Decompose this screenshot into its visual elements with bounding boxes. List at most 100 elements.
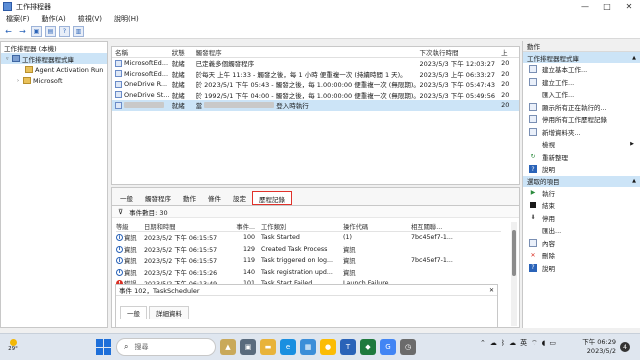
action-item[interactable]: 停用所有工作歷程記錄 bbox=[523, 113, 640, 126]
action-item[interactable]: ? 說明 bbox=[523, 262, 640, 275]
action-item[interactable]: ? 說明 bbox=[523, 163, 640, 176]
col-next-run[interactable]: 下次執行時間 bbox=[419, 47, 501, 57]
tab-history[interactable]: 歷程記錄 bbox=[252, 191, 292, 205]
col-opcode[interactable]: 操作代碼 bbox=[343, 222, 411, 231]
history-header: 等級 日期和時間 事件... 工作類別 操作代碼 相互關聯... bbox=[116, 222, 501, 232]
tree-item-microsoft[interactable]: › Microsoft bbox=[1, 75, 107, 86]
tree-item-scheduler-local[interactable]: 工作排程器 (本機) bbox=[1, 42, 585, 53]
chevron-up-icon[interactable]: ▲ bbox=[632, 55, 636, 61]
event-opcode: 資訊 bbox=[343, 258, 356, 266]
action-item[interactable]: 匯出... bbox=[523, 224, 640, 237]
taskbar-search[interactable]: ⌕ 搜尋 bbox=[116, 338, 216, 356]
tab-conditions[interactable]: 條件 bbox=[202, 191, 227, 205]
action-item[interactable]: ⬇ 停用 bbox=[523, 212, 640, 225]
history-row[interactable]: i 資訊 2023/5/2 下午 06:15:57 129 Created Task P… bbox=[116, 244, 501, 256]
widget-landscape-icon[interactable]: ▲ bbox=[220, 339, 236, 355]
filter-icon[interactable]: ⊽ bbox=[118, 208, 123, 216]
store-icon[interactable]: ▦ bbox=[300, 339, 316, 355]
col-name[interactable]: 名稱 bbox=[112, 47, 172, 57]
chevron-up-icon[interactable]: ⌃ bbox=[480, 339, 486, 347]
col-level[interactable]: 等級 bbox=[116, 222, 144, 231]
action-label: 匯出... bbox=[542, 227, 562, 236]
history-row[interactable]: i 資訊 2023/5/2 下午 06:15:26 140 Task registrat… bbox=[116, 267, 501, 279]
chevron-up-icon[interactable]: ▲ bbox=[632, 178, 636, 184]
task-view-icon[interactable]: ▣ bbox=[240, 339, 256, 355]
app-icon[interactable]: ◆ bbox=[360, 339, 376, 355]
bluetooth-icon[interactable]: ᛒ bbox=[501, 339, 505, 347]
menu-action[interactable]: 動作(A) bbox=[42, 14, 66, 24]
col-state[interactable]: 狀態 bbox=[172, 47, 196, 57]
folder-up-icon[interactable]: ▣ bbox=[31, 26, 42, 37]
actions-section-selected[interactable]: 選取的項目 ▲ bbox=[523, 175, 640, 187]
level-label: 資訊 bbox=[124, 269, 137, 277]
volume-icon[interactable]: ◖ bbox=[542, 339, 546, 347]
forward-arrow-icon[interactable]: → bbox=[17, 26, 28, 37]
action-item[interactable]: ↻ 重新整理 bbox=[523, 151, 640, 164]
actions-section-library[interactable]: 工作排程器程式庫 ▲ bbox=[523, 52, 640, 63]
close-button[interactable]: ✕ bbox=[618, 0, 640, 13]
action-item[interactable]: 新增資料夾... bbox=[523, 126, 640, 139]
minimize-button[interactable]: — bbox=[574, 0, 596, 13]
teams-icon[interactable]: T bbox=[340, 339, 356, 355]
action-item[interactable]: 建立工作... bbox=[523, 76, 640, 89]
col-last-run[interactable]: 上 bbox=[501, 47, 519, 57]
file-explorer-icon[interactable]: ▬ bbox=[260, 339, 276, 355]
action-item[interactable]: ✕ 刪除 bbox=[523, 249, 640, 262]
maximize-button[interactable]: □ bbox=[596, 0, 618, 13]
taskbar-clock[interactable]: 下午 06:29 2023/5/2 bbox=[576, 338, 616, 356]
edge-browser-icon[interactable]: e bbox=[280, 339, 296, 355]
battery-icon[interactable]: ▭ bbox=[549, 339, 556, 347]
col-correlation[interactable]: 相互關聯... bbox=[411, 222, 471, 231]
history-scrollbar[interactable] bbox=[511, 222, 517, 326]
action-item[interactable]: 顯示所有正在執行的... bbox=[523, 101, 640, 114]
menu-file[interactable]: 檔案(F) bbox=[6, 14, 30, 24]
action-item[interactable]: 匯入工作... bbox=[523, 88, 640, 101]
action-item[interactable]: 內容 bbox=[523, 237, 640, 250]
task-row-selected[interactable]: 就緒 當 登入時執行 20 bbox=[112, 100, 519, 111]
col-trigger[interactable]: 觸發程序 bbox=[196, 47, 420, 57]
tab-triggers[interactable]: 觸發程序 bbox=[139, 191, 177, 205]
back-arrow-icon[interactable]: ← bbox=[3, 26, 14, 37]
scrollbar-thumb[interactable] bbox=[512, 230, 516, 276]
tab-event-details[interactable]: 詳細資料 bbox=[149, 306, 189, 319]
console-tree-icon[interactable]: ▤ bbox=[45, 26, 56, 37]
tab-event-general[interactable]: 一般 bbox=[120, 306, 147, 319]
col-category[interactable]: 工作類別 bbox=[261, 222, 343, 231]
action-item[interactable]: 結束 bbox=[523, 199, 640, 212]
event-datetime: 2023/5/2 下午 06:15:57 bbox=[144, 235, 218, 243]
google-app-icon[interactable]: G bbox=[380, 339, 396, 355]
close-icon[interactable]: ✕ bbox=[489, 287, 494, 294]
col-datetime[interactable]: 日期和時間 bbox=[144, 222, 231, 231]
task-row[interactable]: OneDrive R... 就緒 於 2023/5/1 下午 05:43 - 觸… bbox=[112, 79, 519, 90]
language-indicator[interactable]: 英 bbox=[520, 338, 527, 348]
task-row[interactable]: MicrosoftEd... 就緒 已定義多個觸發程序 2023/5/3 下午 … bbox=[112, 58, 519, 69]
wifi-icon[interactable]: ⌔ bbox=[531, 339, 538, 348]
tab-settings[interactable]: 設定 bbox=[227, 191, 252, 205]
action-item[interactable]: ▶ 執行 bbox=[523, 187, 640, 200]
history-count-bar: ⊽ 事件數目: 30 bbox=[112, 206, 519, 218]
history-row[interactable]: i 資訊 2023/5/2 下午 06:15:57 100 Task Started (1… bbox=[116, 232, 501, 244]
action-item[interactable]: 建立基本工作... bbox=[523, 63, 640, 76]
notification-badge[interactable]: 4 bbox=[620, 342, 630, 352]
tab-actions[interactable]: 動作 bbox=[177, 191, 202, 205]
windows-start-icon[interactable] bbox=[96, 339, 112, 355]
onedrive-icon[interactable]: ☁ bbox=[490, 339, 497, 347]
tree-item-agent-activation[interactable]: Agent Activation Run bbox=[1, 64, 107, 75]
weather-widget[interactable]: 29° bbox=[4, 339, 22, 355]
task-row[interactable]: MicrosoftEd... 就緒 於每天 上午 11:33 - 觸發之後，每 … bbox=[112, 69, 519, 80]
menu-help[interactable]: 說明(H) bbox=[114, 14, 139, 24]
history-row[interactable]: i 資訊 2023/5/2 下午 06:15:57 119 Task triggered… bbox=[116, 255, 501, 267]
help-icon: ? bbox=[529, 263, 537, 272]
tree-item-library[interactable]: ▿ 工作排程器程式庫 bbox=[1, 53, 107, 64]
action-pane-icon[interactable]: ▥ bbox=[73, 26, 84, 37]
help-icon[interactable]: ? bbox=[59, 26, 70, 37]
task-last-run: 20 bbox=[501, 101, 510, 110]
chrome-icon[interactable]: ● bbox=[320, 339, 336, 355]
task-row[interactable]: OneDrive St... 就緒 於 1992/5/1 下午 04:00 - … bbox=[112, 90, 519, 101]
menu-view[interactable]: 檢視(V) bbox=[78, 14, 102, 24]
action-item[interactable]: 檢視 ▶ bbox=[523, 138, 640, 151]
col-event-id[interactable]: 事件... bbox=[231, 222, 261, 231]
tab-general[interactable]: 一般 bbox=[114, 191, 139, 205]
cloud-icon[interactable]: ☁ bbox=[509, 339, 516, 347]
scheduler-taskbar-icon[interactable]: ◷ bbox=[400, 339, 416, 355]
